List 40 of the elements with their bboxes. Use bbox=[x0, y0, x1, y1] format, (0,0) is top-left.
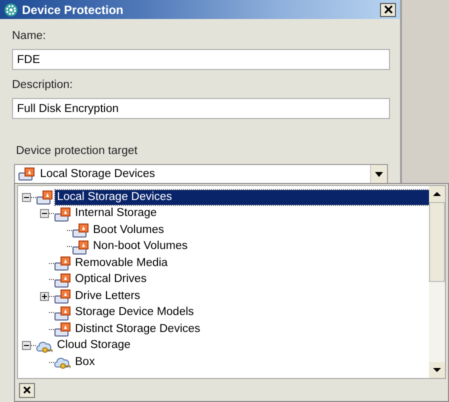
drive-lock-icon bbox=[72, 238, 90, 255]
tree-item[interactable]: Storage Device Models bbox=[73, 305, 196, 320]
expand-toggle[interactable] bbox=[22, 341, 31, 350]
dropdown-field[interactable]: Local Storage Devices bbox=[14, 164, 388, 184]
gear-icon bbox=[4, 2, 18, 16]
drive-lock-icon bbox=[54, 272, 72, 288]
tree-item[interactable]: Local Storage Devices bbox=[55, 190, 429, 205]
field-label: Name: bbox=[12, 29, 47, 44]
drive-lock-icon bbox=[54, 255, 72, 272]
tree-item[interactable]: Cloud Storage bbox=[55, 338, 133, 354]
drive-lock-icon bbox=[54, 288, 72, 304]
drive-lock-icon bbox=[36, 189, 54, 206]
dropdown-arrow-button[interactable] bbox=[370, 165, 387, 183]
drive-lock-icon bbox=[72, 222, 90, 238]
close-icon bbox=[23, 386, 31, 394]
tree-item[interactable]: Removable Media bbox=[73, 256, 170, 271]
expand-toggle[interactable] bbox=[40, 209, 49, 218]
window-title: Device Protection bbox=[22, 2, 124, 16]
close-button[interactable] bbox=[19, 382, 35, 398]
tree-item[interactable]: Boot Volumes bbox=[91, 222, 166, 238]
tree-item[interactable]: Distinct Storage Devices bbox=[73, 322, 202, 337]
field-label: Description: bbox=[12, 78, 74, 93]
tree-item[interactable]: Internal Storage bbox=[73, 206, 159, 222]
tree-item[interactable]: Drive Letters bbox=[73, 288, 142, 304]
drive-lock-icon bbox=[54, 206, 72, 222]
field-label: Device protection target bbox=[16, 144, 138, 159]
input-field[interactable]: FDE bbox=[12, 49, 390, 70]
expand-toggle[interactable] bbox=[22, 192, 31, 202]
tree-item[interactable]: Non-boot Volumes bbox=[91, 239, 190, 254]
tree-item[interactable]: Box bbox=[73, 354, 97, 370]
drive-lock-icon bbox=[18, 167, 36, 181]
dropdown-value: Local Storage Devices bbox=[40, 168, 156, 180]
drive-lock-icon bbox=[54, 304, 72, 321]
close-icon bbox=[384, 5, 392, 14]
caret-icon bbox=[375, 172, 383, 176]
expand-toggle[interactable] bbox=[40, 292, 49, 301]
close-button[interactable] bbox=[380, 2, 396, 16]
tree-item[interactable]: Optical Drives bbox=[73, 272, 149, 288]
input-field[interactable]: Full Disk Encryption bbox=[12, 98, 390, 119]
drive-lock-icon bbox=[54, 321, 72, 338]
